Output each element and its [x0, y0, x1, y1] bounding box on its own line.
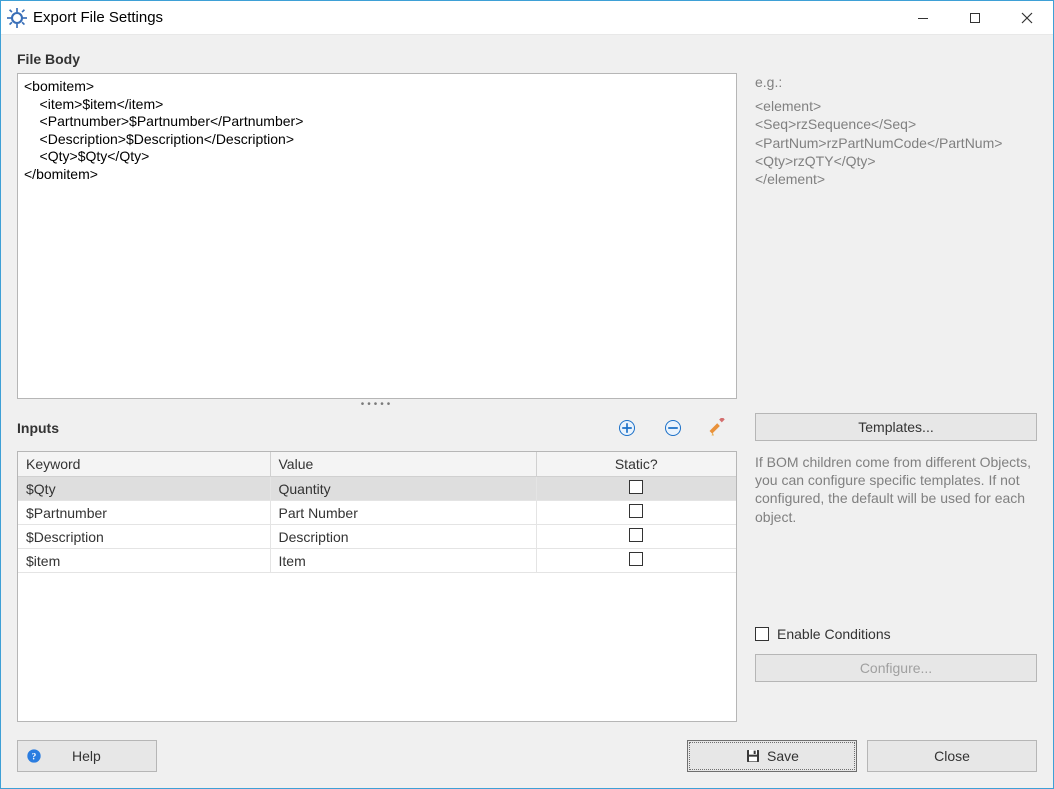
cell-value[interactable]: Part Number: [270, 501, 536, 525]
example-body: <element> <Seq>rzSequence</Seq> <PartNum…: [755, 97, 1037, 188]
cell-static[interactable]: [536, 477, 736, 501]
add-input-button[interactable]: [609, 414, 645, 442]
cell-value[interactable]: Description: [270, 525, 536, 549]
close-button-footer[interactable]: Close: [867, 740, 1037, 772]
cell-static[interactable]: [536, 525, 736, 549]
checkbox-icon[interactable]: [629, 552, 643, 566]
table-row[interactable]: $itemItem: [18, 549, 736, 573]
cell-keyword[interactable]: $Qty: [18, 477, 270, 501]
splitter-handle[interactable]: •••••: [17, 399, 737, 413]
table-row[interactable]: $PartnumberPart Number: [18, 501, 736, 525]
save-button[interactable]: Save: [687, 740, 857, 772]
remove-input-button[interactable]: [655, 414, 691, 442]
col-static[interactable]: Static?: [536, 452, 736, 477]
configure-button[interactable]: Configure...: [755, 654, 1037, 682]
cell-keyword[interactable]: $Description: [18, 525, 270, 549]
example-label: e.g.:: [755, 73, 1037, 91]
file-body-textarea[interactable]: [17, 73, 737, 399]
col-value[interactable]: Value: [270, 452, 536, 477]
enable-conditions-checkbox[interactable]: Enable Conditions: [755, 626, 1037, 642]
help-button[interactable]: ? Help: [17, 740, 157, 772]
cell-static[interactable]: [536, 501, 736, 525]
enable-conditions-label: Enable Conditions: [777, 626, 891, 642]
cell-static[interactable]: [536, 549, 736, 573]
maximize-button[interactable]: [949, 1, 1001, 34]
inputs-table[interactable]: Keyword Value Static? $QtyQuantity$Partn…: [17, 451, 737, 722]
cell-value[interactable]: Item: [270, 549, 536, 573]
templates-help-text: If BOM children come from different Obje…: [755, 453, 1037, 526]
inputs-label: Inputs: [17, 420, 59, 436]
cell-keyword[interactable]: $item: [18, 549, 270, 573]
app-icon: [7, 8, 27, 28]
minimize-button[interactable]: [897, 1, 949, 34]
svg-text:?: ?: [32, 752, 37, 762]
titlebar: Export File Settings: [1, 1, 1053, 35]
table-row[interactable]: $DescriptionDescription: [18, 525, 736, 549]
help-icon: ?: [26, 748, 42, 764]
close-button[interactable]: [1001, 1, 1053, 34]
save-icon: [745, 748, 761, 764]
checkbox-icon[interactable]: [629, 528, 643, 542]
table-row[interactable]: $QtyQuantity: [18, 477, 736, 501]
col-keyword[interactable]: Keyword: [18, 452, 270, 477]
checkbox-icon[interactable]: [629, 504, 643, 518]
checkbox-icon[interactable]: [629, 480, 643, 494]
file-body-label: File Body: [17, 51, 737, 67]
window-title: Export File Settings: [33, 9, 163, 26]
window-controls: [897, 1, 1053, 34]
client-area: File Body e.g.: <element> <Seq>rzSequenc…: [1, 35, 1053, 788]
checkbox-icon: [755, 627, 769, 641]
templates-button[interactable]: Templates...: [755, 413, 1037, 441]
edit-input-button[interactable]: [701, 414, 737, 442]
cell-keyword[interactable]: $Partnumber: [18, 501, 270, 525]
cell-value[interactable]: Quantity: [270, 477, 536, 501]
